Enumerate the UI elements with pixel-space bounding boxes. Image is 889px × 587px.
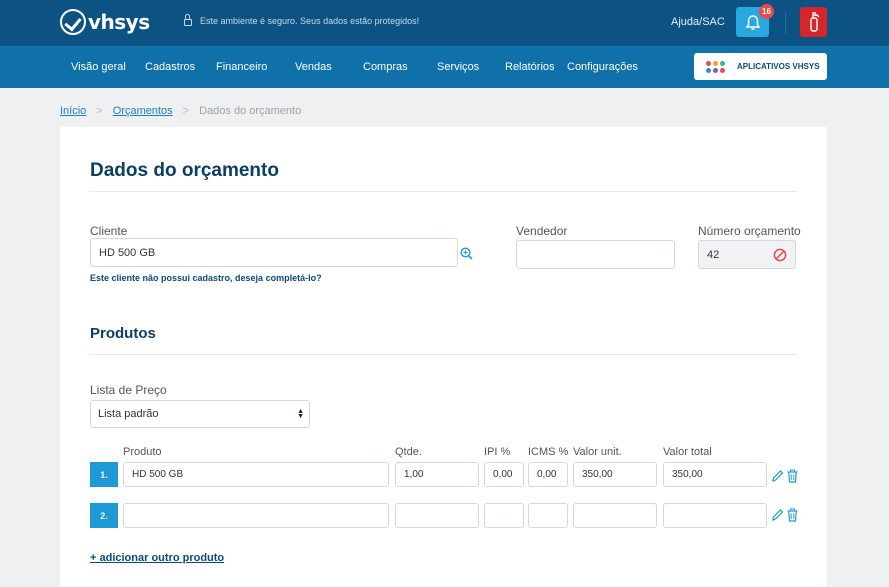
ipi-input[interactable]	[484, 503, 524, 528]
nav-servicos[interactable]: Serviços	[437, 61, 479, 73]
nav-vendas[interactable]: Vendas	[295, 61, 332, 73]
qtde-input[interactable]	[395, 503, 479, 528]
icms-input[interactable]	[528, 503, 568, 528]
numero-orcamento-value: 42	[707, 248, 720, 261]
fire-extinguisher-icon	[809, 12, 819, 32]
nav-relatorios[interactable]: Relatórios	[505, 61, 555, 73]
produtos-title: Produtos	[90, 325, 156, 342]
breadcrumb-inicio[interactable]: Início	[60, 105, 86, 117]
valor-unit-input[interactable]	[573, 503, 657, 528]
nav-visao-geral[interactable]: Visão geral	[71, 61, 126, 73]
search-client-icon[interactable]	[460, 247, 473, 260]
lista-preco-label: Lista de Preço	[90, 383, 167, 397]
trash-icon[interactable]	[786, 508, 799, 522]
lista-preco-select[interactable]: Lista padrão ▲ ▼	[90, 400, 310, 428]
col-produto: Produto	[123, 446, 162, 458]
vhsys-logo[interactable]: vhsys	[60, 8, 150, 36]
logo-check-icon	[60, 9, 86, 35]
valor-total-input[interactable]	[663, 503, 767, 528]
add-product-link[interactable]: + adicionar outro produto	[90, 552, 224, 564]
cliente-hint-link[interactable]: Este cliente não possui cadastro, deseja…	[90, 273, 322, 283]
app-dot	[713, 67, 718, 73]
qtde-input[interactable]: 1,00	[395, 462, 479, 487]
title-divider	[90, 191, 797, 192]
extinguisher-button[interactable]	[800, 7, 827, 37]
cliente-input[interactable]: HD 500 GB	[90, 238, 458, 267]
row-number: 1.	[90, 462, 118, 487]
numero-orcamento-label: Número orçamento	[698, 224, 801, 238]
app-dot	[713, 60, 718, 66]
col-ipi: IPI %	[484, 446, 511, 458]
produto-input[interactable]	[123, 503, 389, 528]
select-caret-icon: ▲ ▼	[297, 408, 304, 420]
valor-unit-input[interactable]: 350,00	[573, 462, 657, 487]
breadcrumb-orcamentos[interactable]: Orçamentos	[113, 105, 173, 117]
col-valor-unit: Valor unit.	[573, 446, 622, 458]
icms-input[interactable]: 0,00	[528, 462, 568, 487]
app-dot	[720, 67, 725, 73]
produtos-divider	[90, 354, 797, 355]
nav-configuracoes[interactable]: Configurações	[567, 61, 638, 73]
col-qtde: Qtde.	[395, 446, 422, 458]
row-number: 2.	[90, 503, 118, 528]
breadcrumb-current: Dados do orçamento	[199, 105, 302, 117]
breadcrumb-separator: >	[96, 105, 103, 117]
apps-label: APLICATIVOS VHSYS	[737, 62, 820, 71]
app-dot	[706, 60, 711, 66]
vendedor-label: Vendedor	[516, 224, 568, 238]
header-divider	[785, 12, 786, 34]
top-bar: vhsys Este ambiente é seguro. Seus dados…	[0, 0, 889, 46]
blocked-icon	[773, 248, 787, 262]
cliente-label: Cliente	[90, 224, 128, 238]
lista-preco-value: Lista padrão	[98, 408, 159, 420]
breadcrumb-separator: >	[182, 105, 190, 117]
notification-count-badge: 16	[759, 4, 774, 19]
help-link[interactable]: Ajuda/SAC	[671, 16, 725, 28]
col-valor-total: Valor total	[663, 446, 712, 458]
app-dot	[706, 67, 711, 73]
secure-text: Este ambiente é seguro. Seus dados estão…	[200, 16, 420, 26]
nav-cadastros[interactable]: Cadastros	[145, 61, 195, 73]
lock-icon	[184, 14, 192, 26]
main-nav: Visão geral Cadastros Financeiro Vendas …	[0, 46, 889, 88]
app-dot	[720, 60, 725, 66]
apps-grid-icon	[706, 60, 725, 73]
produto-input[interactable]: HD 500 GB	[123, 462, 389, 487]
page-title: Dados do orçamento	[90, 160, 279, 181]
nav-compras[interactable]: Compras	[363, 61, 408, 73]
col-icms: ICMS %	[528, 446, 569, 458]
ipi-input[interactable]: 0,00	[484, 462, 524, 487]
secure-notice: Este ambiente é seguro. Seus dados estão…	[184, 14, 420, 26]
vendedor-input[interactable]	[516, 240, 675, 269]
nav-financeiro[interactable]: Financeiro	[216, 61, 267, 73]
apps-button[interactable]: APLICATIVOS VHSYS	[694, 53, 827, 80]
edit-pencil-icon[interactable]	[771, 469, 784, 483]
breadcrumb: Início > Orçamentos > Dados do orçamento	[60, 105, 301, 117]
logo-text: vhsys	[88, 10, 150, 34]
valor-total-input[interactable]: 350,00	[663, 462, 767, 487]
bell-icon	[745, 14, 760, 30]
edit-pencil-icon[interactable]	[771, 508, 784, 522]
trash-icon[interactable]	[786, 469, 799, 483]
